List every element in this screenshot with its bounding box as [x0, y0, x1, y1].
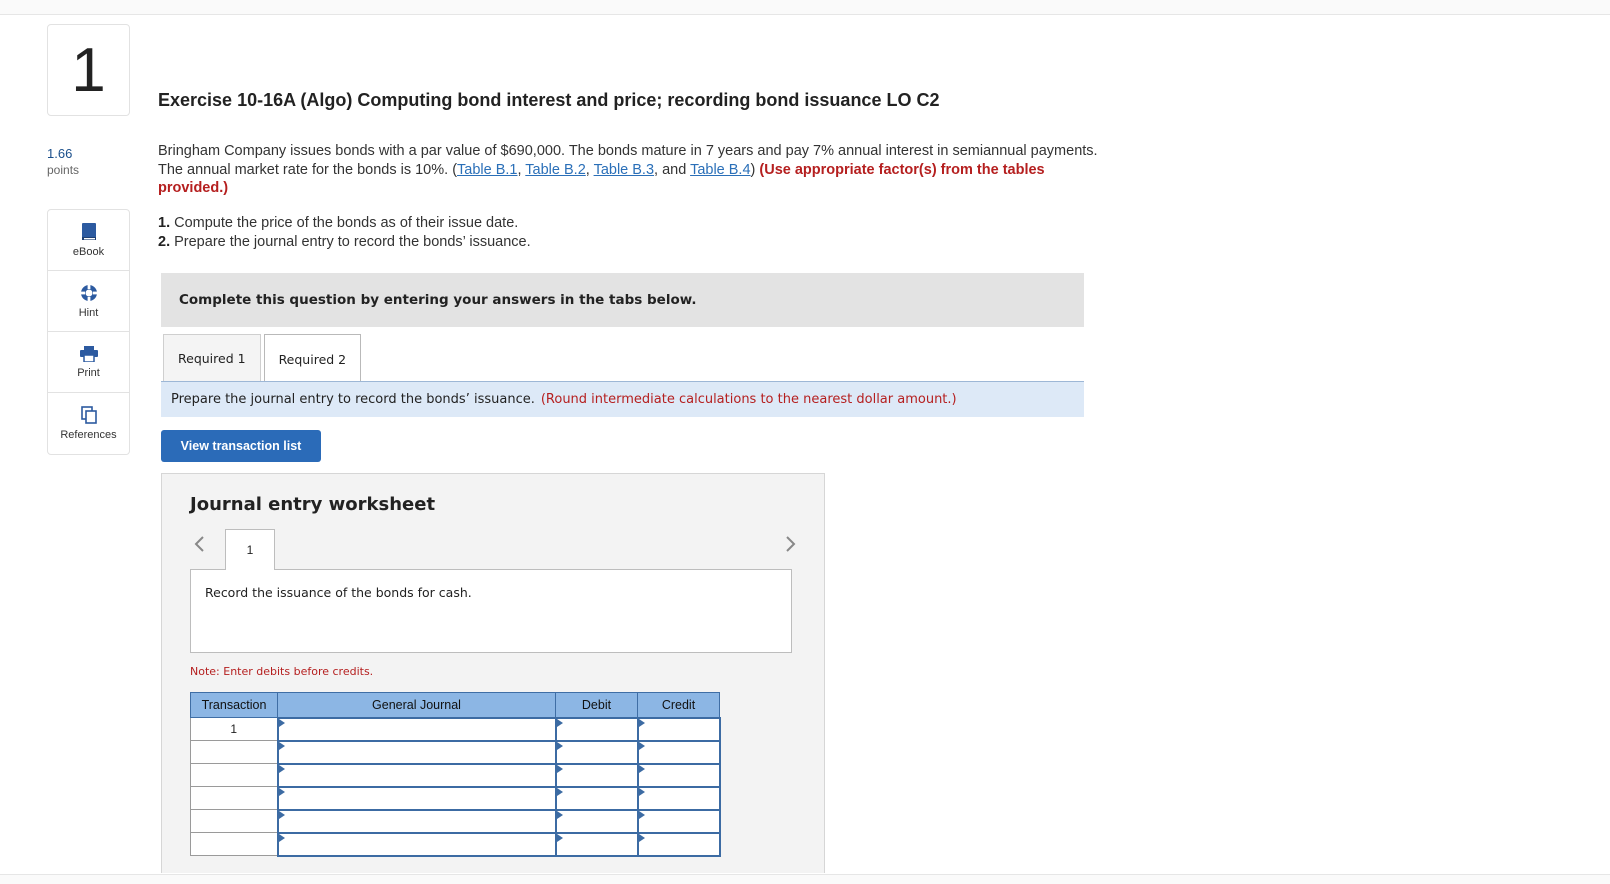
account-input[interactable]	[276, 785, 557, 811]
worksheet-title: Journal entry worksheet	[190, 494, 436, 515]
question-title: Exercise 10-16A (Algo) Computing bond in…	[158, 90, 940, 110]
debit-input[interactable]	[554, 808, 639, 834]
print-label: Print	[77, 366, 100, 379]
step-text: Prepare the journal entry to record the …	[170, 233, 531, 250]
transaction-cell	[190, 740, 278, 764]
debit-input[interactable]	[554, 762, 639, 788]
problem-statement: Bringham Company issues bonds with a par…	[158, 142, 1108, 198]
references-button[interactable]: References	[48, 393, 129, 454]
transaction-cell	[190, 786, 278, 810]
table-b2-link[interactable]: Table B.2	[525, 162, 585, 178]
debit-input[interactable]	[554, 716, 639, 742]
table-row	[190, 762, 721, 788]
col-credit: Credit	[637, 692, 720, 718]
worksheet-page-tab[interactable]: 1	[225, 529, 275, 570]
hint-label: Hint	[78, 306, 99, 319]
lifebuoy-icon	[80, 284, 98, 302]
account-input[interactable]	[276, 762, 557, 788]
points-value: 1.66	[47, 146, 73, 161]
table-header-row: Transaction General Journal Debit Credit	[190, 692, 720, 718]
tools-panel: eBook Hint Print References	[47, 209, 130, 455]
step-number: 1.	[158, 215, 171, 231]
col-transaction: Transaction	[190, 692, 278, 718]
instruction-banner: Complete this question by entering your …	[161, 273, 1084, 327]
prepare-text: Prepare the journal entry to record the …	[171, 392, 535, 407]
prepare-banner: Prepare the journal entry to record the …	[161, 382, 1084, 417]
print-button[interactable]: Print	[48, 332, 129, 393]
ebook-label: eBook	[72, 245, 105, 258]
step-item: 1. Compute the price of the bonds as of …	[158, 214, 531, 233]
intro-separator: ,	[585, 161, 594, 178]
credit-input[interactable]	[636, 808, 721, 834]
table-b1-link[interactable]: Table B.1	[457, 162, 517, 178]
col-general-journal: General Journal	[277, 692, 556, 718]
table-row	[190, 739, 721, 765]
account-input[interactable]	[276, 739, 557, 765]
points-label: points	[47, 163, 80, 177]
intro-separator: , and	[654, 161, 691, 178]
account-input[interactable]	[276, 831, 557, 857]
credit-input[interactable]	[636, 762, 721, 788]
step-item: 2. Prepare the journal entry to record t…	[158, 233, 531, 252]
credit-input[interactable]	[636, 739, 721, 765]
required-tabs: Required 1 Required 2	[163, 334, 364, 383]
table-b3-link[interactable]: Table B.3	[594, 162, 654, 178]
prepare-note: (Round intermediate calculations to the …	[540, 392, 957, 407]
debit-input[interactable]	[554, 831, 639, 857]
table-row: 1	[190, 716, 721, 742]
chevron-left-icon[interactable]	[192, 534, 208, 554]
tab-required-2[interactable]: Required 2	[263, 334, 362, 383]
view-transaction-list-button[interactable]: View transaction list	[161, 430, 321, 462]
debit-credit-note: Note: Enter debits before credits.	[190, 665, 374, 678]
journal-worksheet: Journal entry worksheet 1 Record the iss…	[161, 473, 825, 873]
transaction-cell	[190, 763, 278, 787]
ebook-button[interactable]: eBook	[48, 210, 129, 271]
hint-button[interactable]: Hint	[48, 271, 129, 332]
tab-required-1[interactable]: Required 1	[163, 334, 261, 382]
step-number: 2.	[158, 233, 171, 250]
credit-input[interactable]	[636, 785, 721, 811]
printer-icon	[79, 345, 98, 362]
table-row	[190, 831, 721, 857]
col-debit: Debit	[555, 692, 638, 718]
debit-input[interactable]	[554, 785, 639, 811]
account-input[interactable]	[276, 808, 557, 834]
steps-list: 1. Compute the price of the bonds as of …	[158, 214, 531, 251]
step-text: Compute the price of the bonds as of the…	[170, 215, 519, 231]
credit-input[interactable]	[636, 716, 721, 742]
question-number: 1	[47, 24, 130, 116]
transaction-cell	[190, 809, 278, 833]
book-icon	[81, 222, 97, 241]
debit-input[interactable]	[554, 739, 639, 765]
account-input[interactable]	[276, 716, 557, 742]
references-label: References	[60, 429, 117, 441]
transaction-description: Record the issuance of the bonds for cas…	[190, 569, 792, 653]
table-row	[190, 808, 721, 834]
table-row	[190, 785, 721, 811]
table-b4-link[interactable]: Table B.4	[690, 162, 750, 178]
documents-icon	[80, 406, 97, 424]
transaction-cell: 1	[190, 717, 278, 741]
top-bar	[0, 0, 1610, 15]
credit-input[interactable]	[636, 831, 721, 857]
transaction-cell	[190, 832, 278, 856]
bottom-bar	[0, 874, 1610, 884]
points-box: 1.66 points	[47, 145, 79, 179]
journal-table: Transaction General Journal Debit Credit…	[190, 692, 721, 857]
chevron-right-icon[interactable]	[782, 534, 798, 554]
